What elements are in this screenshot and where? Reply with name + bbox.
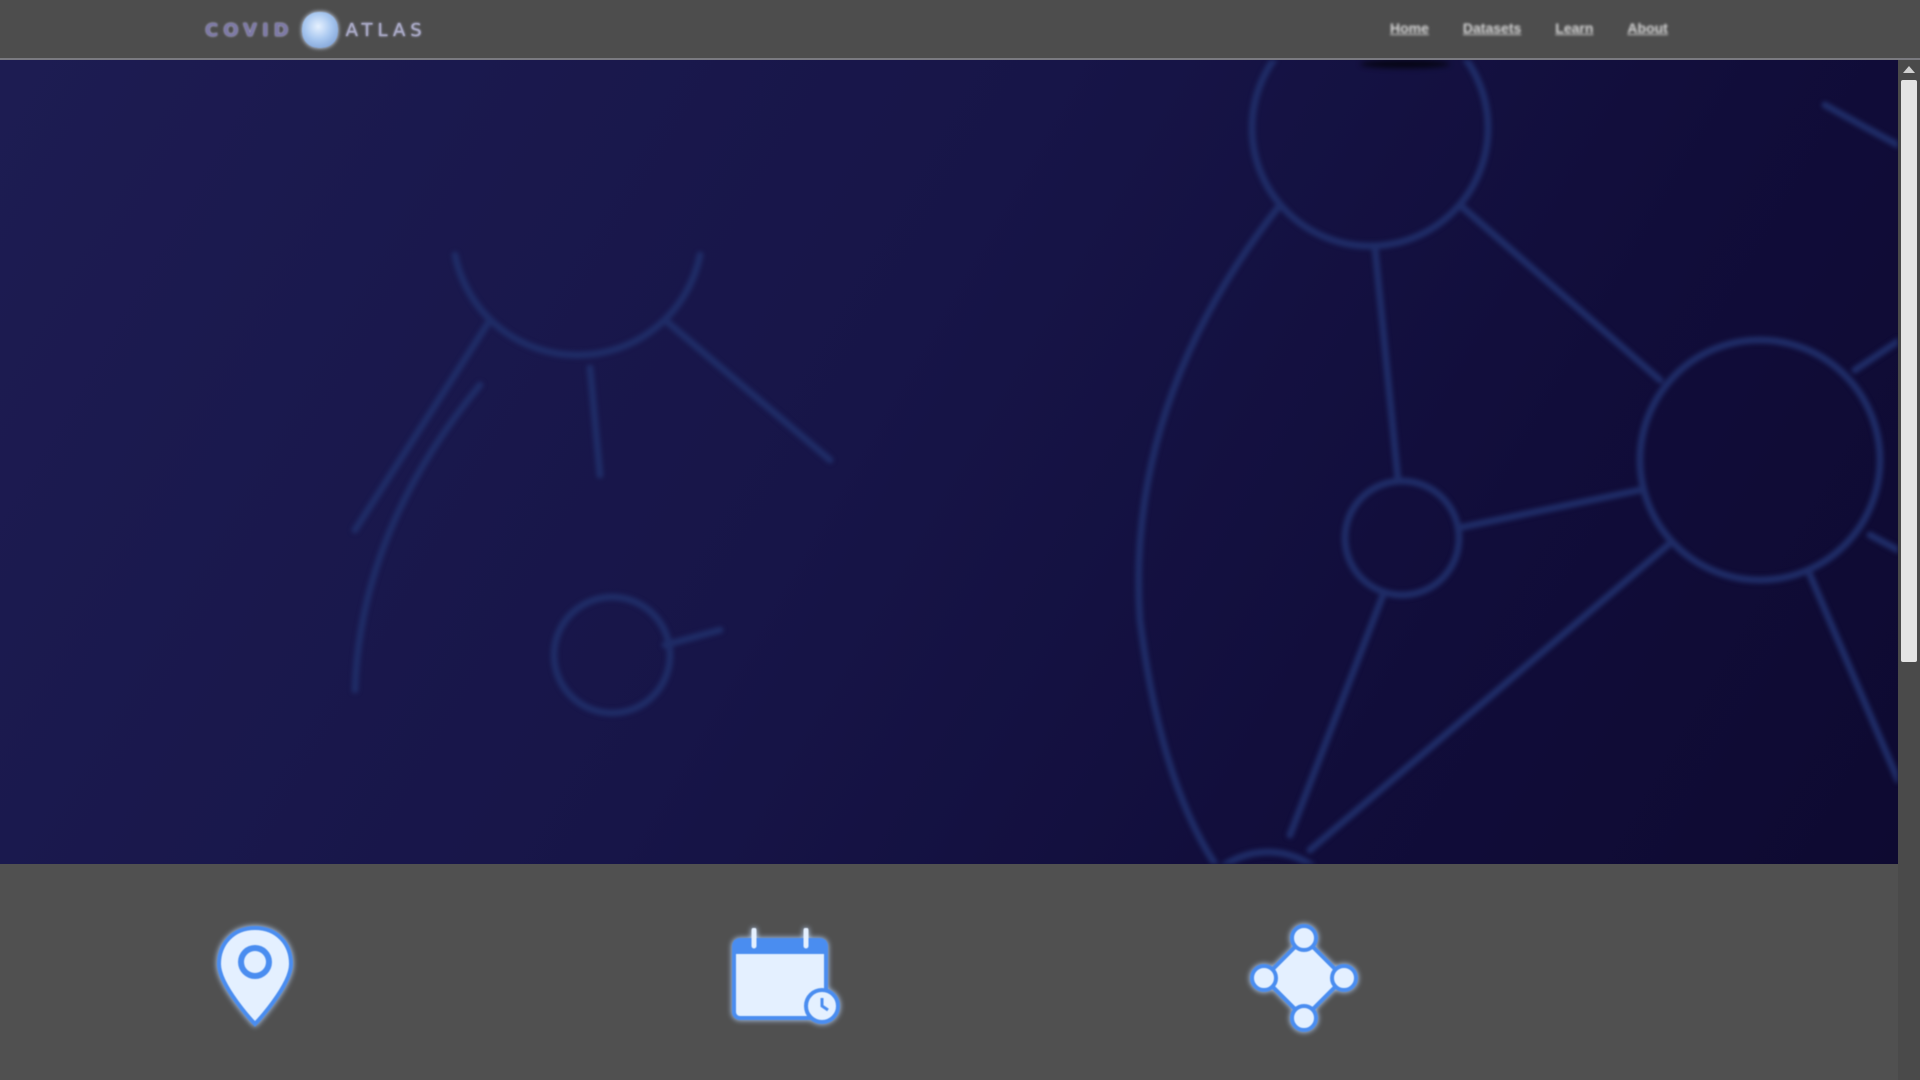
logo-word-covid: COVID xyxy=(205,19,294,41)
nav-about[interactable]: About xyxy=(1627,20,1667,36)
nav-home[interactable]: Home xyxy=(1390,20,1429,36)
hero-banner xyxy=(0,60,1898,864)
main-nav: Home Datasets Learn About xyxy=(1390,20,1668,36)
nav-datasets[interactable]: Datasets xyxy=(1463,20,1521,36)
scroll-up-arrow-icon[interactable] xyxy=(1903,66,1915,73)
network-nodes-icon xyxy=(1250,924,1358,1032)
logo-word-atlas: ATLAS xyxy=(345,19,427,41)
top-nav-bar: COVID ATLAS Home Datasets Learn About xyxy=(0,0,1920,60)
calendar-clock-icon xyxy=(732,928,840,1024)
scrollbar-thumb[interactable] xyxy=(1901,80,1917,662)
globe-icon xyxy=(301,12,338,48)
page: COVID ATLAS Home Datasets Learn About xyxy=(0,0,1920,1080)
nav-learn[interactable]: Learn xyxy=(1555,20,1593,36)
hero-top-shadow xyxy=(1360,60,1450,68)
feature-section xyxy=(0,864,1898,1080)
page-scrollbar[interactable] xyxy=(1898,60,1920,1080)
molecule-network-icon xyxy=(351,60,1898,864)
site-logo[interactable]: COVID ATLAS xyxy=(205,10,427,50)
map-pin-icon xyxy=(216,925,294,1027)
